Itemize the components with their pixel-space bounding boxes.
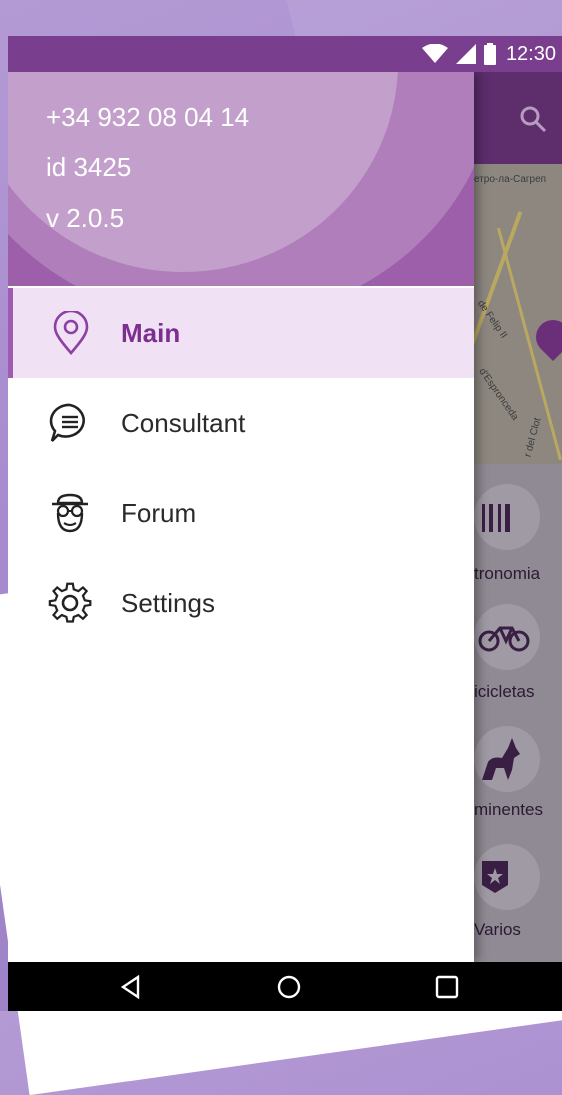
- star-badge-icon: [474, 844, 540, 910]
- header-phone: +34 932 08 04 14: [46, 102, 250, 132]
- category-label: minentes: [474, 800, 543, 819]
- phone-screen: 12:30 етро-ла-Сагреп de Felip II d'Espro…: [8, 36, 562, 1011]
- header-id: id 3425: [46, 152, 132, 182]
- horse-rider-icon: [474, 726, 540, 792]
- bicycle-icon: [474, 604, 540, 670]
- search-icon[interactable]: [518, 104, 548, 134]
- back-icon[interactable]: [118, 974, 144, 1000]
- nav-item-main[interactable]: Main: [8, 288, 474, 378]
- wifi-icon: [421, 44, 448, 64]
- status-bar: 12:30: [8, 36, 562, 72]
- header-version: v 2.0.5: [46, 203, 125, 233]
- navigation-drawer: +34 932 08 04 14 id 3425 v 2.0.5 Main Co…: [8, 72, 474, 962]
- battery-icon: [483, 43, 496, 65]
- status-time: 12:30: [505, 42, 556, 65]
- signal-icon: [455, 44, 476, 64]
- category-label: Varios: [474, 920, 521, 939]
- person-hat-icon: [48, 491, 92, 535]
- map-label: етро-ла-Сагреп: [474, 174, 547, 185]
- nav-label: Forum: [121, 497, 197, 528]
- nav-label: Consultant: [121, 407, 246, 438]
- nav-item-forum[interactable]: Forum: [8, 468, 474, 558]
- home-icon[interactable]: [276, 974, 302, 1000]
- system-nav-bar: [8, 962, 562, 1011]
- chat-bubble-icon: [48, 401, 92, 445]
- drawer-header: +34 932 08 04 14 id 3425 v 2.0.5: [8, 72, 474, 286]
- gear-icon: [48, 581, 92, 625]
- map-label: r del Clot: [522, 416, 544, 459]
- location-pin-icon: [49, 309, 93, 355]
- nav-label: Main: [121, 317, 181, 348]
- nav-item-settings[interactable]: Settings: [8, 558, 474, 648]
- category-label: tronomia: [474, 564, 541, 583]
- map-label: d'Espronceda: [476, 366, 521, 423]
- category-label: icicletas: [474, 682, 535, 701]
- fork-knife-icon: [474, 484, 540, 550]
- nav-label: Settings: [121, 587, 215, 618]
- nav-item-consultant[interactable]: Consultant: [8, 378, 474, 468]
- recents-icon[interactable]: [434, 974, 460, 1000]
